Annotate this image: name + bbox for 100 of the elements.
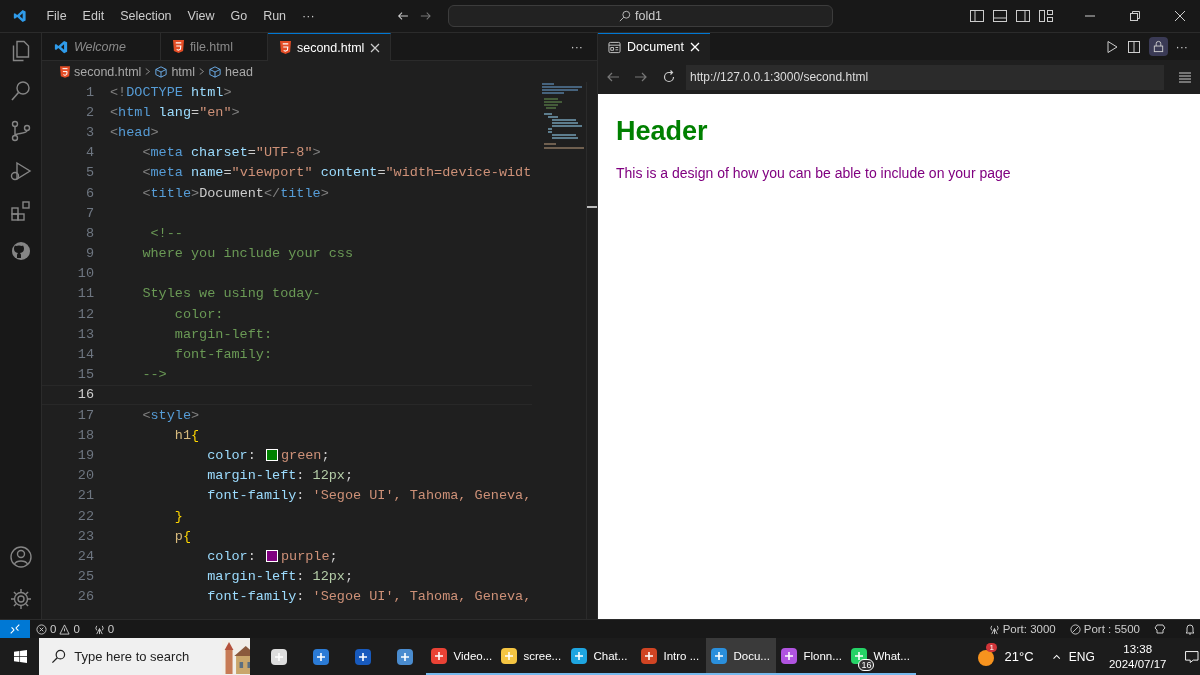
menu-item[interactable]: File bbox=[38, 9, 75, 23]
code-line: --> bbox=[141, 367, 167, 383]
cube-icon bbox=[209, 65, 222, 78]
app-icon bbox=[569, 645, 590, 666]
play-icon[interactable] bbox=[1104, 39, 1119, 54]
html5-icon bbox=[172, 40, 184, 53]
secondary-sidebar-icon[interactable] bbox=[1015, 8, 1031, 24]
run-debug-icon[interactable] bbox=[8, 159, 33, 183]
live-server-status[interactable]: Port : 5500 bbox=[1069, 623, 1140, 635]
split-editor-icon[interactable] bbox=[1126, 39, 1141, 54]
panel-toggle-icon[interactable] bbox=[992, 8, 1008, 24]
line-number: 17 bbox=[76, 407, 95, 423]
taskbar-app[interactable]: 16 What... bbox=[846, 638, 917, 675]
clock-time[interactable]: 13:38 bbox=[1123, 641, 1153, 657]
back-arrow-icon[interactable] bbox=[396, 9, 409, 23]
app-icon bbox=[395, 646, 416, 667]
breadcrumb-item[interactable]: head bbox=[225, 64, 253, 79]
forward-arrow-icon[interactable] bbox=[634, 70, 648, 84]
notification-badge: 1 bbox=[986, 642, 997, 652]
app-icon bbox=[499, 645, 520, 666]
menu-item[interactable]: Go bbox=[222, 9, 256, 23]
app-icon bbox=[639, 645, 660, 666]
app-icon bbox=[849, 645, 870, 666]
line-number: 13 bbox=[76, 326, 95, 342]
close-icon[interactable] bbox=[1174, 10, 1186, 22]
line-number: 6 bbox=[84, 185, 95, 201]
line-number: 19 bbox=[76, 447, 95, 463]
code-line: <html lang="en"> bbox=[110, 104, 240, 120]
line-number: 18 bbox=[76, 427, 95, 443]
more-menu[interactable]: ··· bbox=[294, 9, 323, 23]
command-search-field[interactable]: fold1 bbox=[448, 5, 833, 27]
menu-item[interactable]: Edit bbox=[74, 9, 113, 23]
ports-status[interactable]: 0 bbox=[93, 623, 115, 635]
editor-tab[interactable]: second.html bbox=[267, 33, 392, 61]
code-line: p{ bbox=[173, 528, 192, 544]
app-icon bbox=[779, 645, 800, 666]
back-arrow-icon[interactable] bbox=[606, 70, 620, 84]
lock-button[interactable] bbox=[1148, 37, 1168, 56]
clock-date[interactable]: 2024/07/17 bbox=[1108, 656, 1167, 672]
code-line: color: bbox=[173, 306, 224, 322]
line-number: 22 bbox=[76, 508, 95, 524]
layout-icon[interactable] bbox=[1038, 8, 1054, 24]
menu-item[interactable]: Selection bbox=[112, 9, 180, 23]
code-line: } bbox=[173, 508, 183, 524]
language-indicator[interactable]: ENG bbox=[1068, 649, 1095, 664]
more-actions-button[interactable]: ··· bbox=[556, 33, 597, 60]
line-number: 15 bbox=[76, 367, 95, 383]
taskbar-app[interactable]: Video... bbox=[426, 638, 497, 675]
search-field[interactable]: Type here to search bbox=[74, 649, 215, 664]
line-number: 11 bbox=[76, 286, 95, 302]
search-icon bbox=[618, 10, 631, 22]
port-forward-status[interactable]: Port: 3000 bbox=[988, 623, 1056, 635]
menu-item[interactable]: View bbox=[179, 9, 223, 23]
code-line: <title>Document</title> bbox=[141, 185, 329, 201]
antenna-icon bbox=[988, 623, 1000, 635]
warning-icon bbox=[59, 623, 71, 635]
code-line: color: purple; bbox=[206, 548, 338, 564]
restore-icon[interactable] bbox=[1129, 10, 1141, 22]
more-actions-button[interactable]: ··· bbox=[1175, 39, 1188, 54]
page-heading: Header bbox=[616, 116, 709, 147]
code-line: <meta name="viewport" content="width=device-widt bbox=[141, 165, 532, 181]
editor-tab[interactable]: Welcome bbox=[42, 33, 161, 60]
line-number: 10 bbox=[76, 266, 95, 282]
taskbar-app[interactable]: Chat... bbox=[566, 638, 637, 675]
editor-tab[interactable]: file.html bbox=[160, 33, 268, 60]
code-line: <style> bbox=[141, 407, 200, 423]
feedback-icon[interactable] bbox=[1154, 623, 1166, 635]
breadcrumb-item[interactable]: html bbox=[171, 64, 196, 79]
preview-tab[interactable]: Document bbox=[598, 33, 710, 60]
bell-icon[interactable] bbox=[1184, 623, 1196, 635]
taskbar-app[interactable]: Docu... bbox=[706, 638, 777, 675]
problems-status[interactable]: 0 0 bbox=[36, 623, 80, 635]
app-icon bbox=[353, 646, 374, 667]
settings-icon[interactable] bbox=[8, 587, 33, 611]
line-number: 20 bbox=[76, 468, 95, 484]
windows-start-icon[interactable] bbox=[14, 648, 28, 665]
menu-icon[interactable] bbox=[1178, 70, 1192, 84]
breadcrumb-item[interactable]: second.html bbox=[74, 64, 142, 79]
extensions-icon[interactable] bbox=[8, 199, 33, 223]
code-line: h1{ bbox=[173, 427, 200, 443]
antenna-icon bbox=[93, 623, 105, 635]
taskbar-app[interactable]: scree... bbox=[496, 638, 567, 675]
error-icon bbox=[36, 623, 47, 635]
reload-icon[interactable] bbox=[662, 70, 676, 84]
line-number: 21 bbox=[76, 488, 95, 504]
menu-item[interactable]: Run bbox=[255, 9, 295, 23]
close-icon[interactable] bbox=[370, 42, 381, 53]
line-number: 1 bbox=[84, 84, 95, 100]
line-number: 25 bbox=[76, 569, 95, 585]
taskbar-search-box[interactable]: Type here to search bbox=[39, 638, 251, 675]
code-line: margin-left: 12px; bbox=[206, 468, 354, 484]
taskbar-app[interactable]: Flonn... bbox=[776, 638, 847, 675]
account-icon[interactable] bbox=[8, 545, 33, 569]
search-icon[interactable] bbox=[8, 79, 33, 103]
url-field[interactable]: http://127.0.0.1:3000/second.html bbox=[686, 64, 1164, 90]
sidebar-toggle-icon[interactable] bbox=[969, 8, 985, 24]
code-line: font-family: 'Segoe UI', Tahoma, Geneva, bbox=[206, 488, 532, 504]
page-paragraph: This is a design of how you can be able to include on your page bbox=[616, 165, 1012, 181]
line-number: 12 bbox=[76, 306, 95, 322]
code-line: <head> bbox=[110, 124, 159, 140]
